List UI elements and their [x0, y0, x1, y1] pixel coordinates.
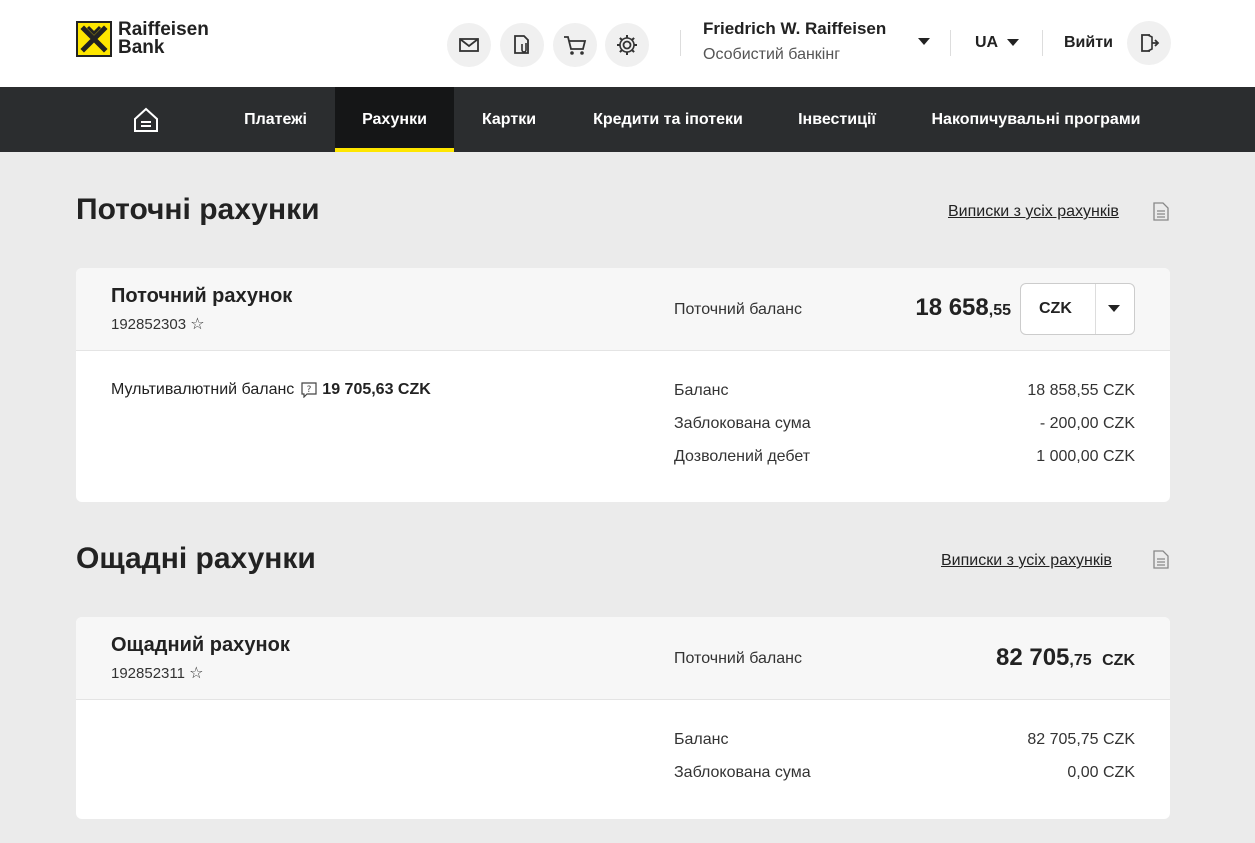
blocked-amount-value: 0,00 CZK [1067, 764, 1135, 781]
document-icon[interactable] [1153, 202, 1169, 226]
logo-text-line2: Bank [118, 37, 165, 58]
select-divider [1095, 284, 1096, 334]
current-balance-label: Поточний баланс [674, 650, 802, 667]
user-name: Friedrich W. Raiffeisen [703, 19, 887, 38]
balance-label: Баланс [674, 731, 729, 748]
current-accounts-title: Поточні рахунки [76, 193, 320, 226]
info-icon[interactable]: ? [301, 382, 317, 398]
currency-select-value: CZK [1039, 300, 1072, 317]
user-subtitle: Особистий банкінг [703, 46, 841, 63]
home-icon[interactable] [131, 105, 161, 140]
blocked-amount-label: Заблокована сума [674, 764, 811, 781]
blocked-amount-label: Заблокована сума [674, 415, 811, 432]
current-balance-value: 82 705,75 CZK [996, 644, 1135, 671]
nav-item-loans[interactable]: Кредити та іпотеки [564, 87, 772, 152]
balance-label: Баланс [674, 382, 729, 399]
multicurrency-value: 19 705,63 CZK [322, 381, 431, 398]
raiffeisen-logo[interactable]: Raiffeisen Bank [76, 20, 209, 58]
current-balance-value: 18 658,55 [915, 294, 1011, 321]
favorite-star-icon[interactable]: ☆ [190, 316, 204, 333]
current-balance-label: Поточний баланс [674, 301, 802, 318]
favorite-star-icon[interactable]: ☆ [189, 665, 203, 682]
document-icon[interactable] [1153, 550, 1169, 574]
nav-item-investments[interactable]: Інвестиції [772, 87, 902, 152]
main-navigation: Платежі Рахунки Картки Кредити та іпотек… [0, 87, 1255, 152]
blocked-amount-value: - 200,00 CZK [1039, 415, 1135, 432]
user-menu[interactable]: Friedrich W. Raiffeisen Особистий банкін… [703, 19, 886, 64]
top-header: Raiffeisen Bank Friedrich W. Raiffeisen … [0, 0, 1255, 87]
account-number: 192852311 [111, 665, 185, 682]
nav-item-cards[interactable]: Картки [454, 87, 564, 152]
account-number: 192852303 [111, 316, 187, 333]
svg-text:?: ? [307, 385, 312, 395]
logout-icon[interactable] [1127, 21, 1171, 65]
currency-select[interactable]: CZK [1020, 283, 1135, 335]
header-divider [680, 30, 681, 56]
savings-account-card: Ощадний рахунок 192852311 ☆ Поточний бал… [76, 617, 1170, 819]
account-name[interactable]: Поточний рахунок [111, 285, 292, 308]
account-card-header[interactable]: Поточний рахунок 192852303 ☆ Поточний ба… [76, 268, 1170, 351]
account-name[interactable]: Ощадний рахунок [111, 634, 290, 657]
account-card-header[interactable]: Ощадний рахунок 192852311 ☆ Поточний бал… [76, 617, 1170, 700]
nav-item-savings-programs[interactable]: Накопичувальні програми [902, 87, 1170, 152]
gear-icon[interactable] [605, 23, 649, 67]
mail-icon[interactable] [447, 23, 491, 67]
document-clip-icon[interactable] [500, 23, 544, 67]
header-divider [1042, 30, 1043, 56]
user-menu-chevron-down-icon[interactable] [918, 38, 930, 45]
overdraft-label: Дозволений дебет [674, 448, 811, 465]
nav-item-payments[interactable]: Платежі [216, 87, 335, 152]
language-selector[interactable]: UA [975, 34, 998, 52]
language-chevron-down-icon[interactable] [1007, 39, 1019, 46]
nav-item-accounts[interactable]: Рахунки [335, 87, 454, 152]
overdraft-value: 1 000,00 CZK [1036, 448, 1135, 465]
currency-label: CZK [1102, 652, 1135, 669]
chevron-down-icon[interactable] [1108, 305, 1120, 312]
logout-button[interactable]: Вийти [1064, 34, 1113, 52]
savings-accounts-title: Ощадні рахунки [76, 542, 316, 575]
multicurrency-label: Мультивалютний баланс [111, 381, 295, 398]
header-divider [950, 30, 951, 56]
savings-statements-link[interactable]: Виписки з усіх рахунків [941, 552, 1112, 570]
current-account-card: Поточний рахунок 192852303 ☆ Поточний ба… [76, 268, 1170, 502]
cart-icon[interactable] [553, 23, 597, 67]
balance-value: 18 858,55 CZK [1027, 382, 1135, 399]
balance-value: 82 705,75 CZK [1027, 731, 1135, 748]
multicurrency-balance: Мультивалютний баланс ? 19 705,63 CZK [111, 381, 431, 399]
logo-cross-icon [76, 21, 112, 57]
current-statements-link[interactable]: Виписки з усіх рахунків [948, 203, 1119, 221]
